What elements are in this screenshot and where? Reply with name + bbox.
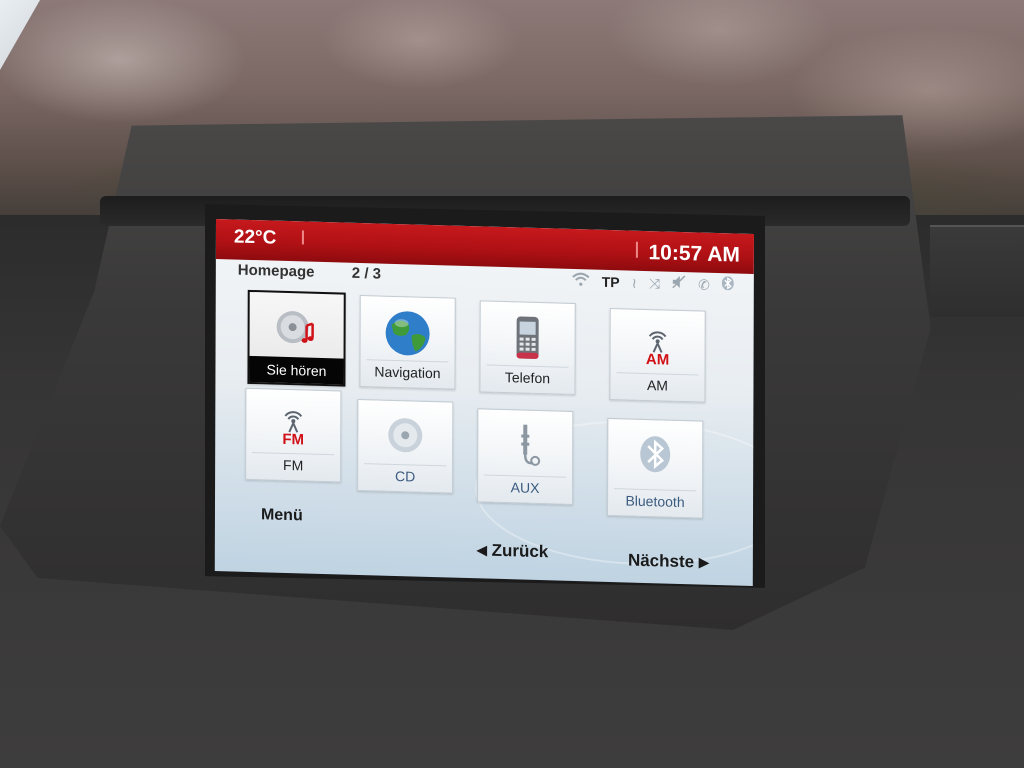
mute-icon: [672, 275, 686, 292]
shuffle-icon: ⤨: [648, 274, 661, 291]
fm-badge: FM: [282, 431, 304, 449]
wifi-icon: [572, 272, 590, 290]
bottom-navigation: Menü ◀ Zurück Nächste ▶: [215, 501, 753, 586]
tile-phone[interactable]: Telefon: [479, 300, 576, 396]
menu-button[interactable]: Menü: [261, 506, 303, 525]
aux-jack-icon: [499, 420, 551, 473]
tile-bluetooth[interactable]: Bluetooth: [606, 417, 704, 519]
tile-now-playing[interactable]: Sie hören: [247, 289, 346, 387]
tile-aux[interactable]: AUX: [477, 408, 574, 505]
bluetooth-status-icon: [721, 276, 734, 293]
status-icon-group: TP ≀ ⤨ ✆: [572, 272, 734, 294]
tile-label: Sie hören: [249, 355, 344, 385]
am-badge: AM: [646, 351, 669, 369]
dashboard-vent: [930, 225, 1024, 317]
triangle-right-icon: ▶: [698, 554, 709, 570]
voice-signal-icon: ≀: [631, 274, 637, 291]
next-label: Nächste: [627, 550, 695, 572]
triangle-left-icon: ◀: [476, 542, 487, 558]
fm-radio-icon: FM: [267, 399, 319, 452]
status-divider: [635, 241, 638, 258]
page-title: Homepage: [237, 261, 315, 281]
tile-label: Navigation: [366, 359, 449, 385]
page-indicator: 2 / 3: [351, 264, 382, 283]
globe-icon: [382, 307, 434, 360]
back-button[interactable]: ◀ Zurück: [477, 540, 548, 562]
tile-label: CD: [364, 463, 447, 489]
infotainment-screen: 22°C 10:57 AM Homepage 2 / 3 TP ≀ ⤨ ✆ Si…: [214, 219, 754, 586]
tile-label: Bluetooth: [614, 488, 697, 514]
tile-label: AUX: [484, 474, 567, 500]
music-disc-icon: [271, 303, 323, 356]
am-radio-icon: AM: [632, 320, 684, 373]
next-button[interactable]: Nächste ▶: [628, 551, 709, 573]
status-divider: [301, 230, 304, 245]
cd-icon: [379, 411, 431, 464]
mobile-phone-icon: [502, 312, 554, 365]
tile-label: FM: [252, 452, 335, 478]
tile-cd[interactable]: CD: [357, 398, 454, 494]
tile-navigation[interactable]: Navigation: [359, 295, 456, 390]
tile-label: AM: [616, 372, 699, 398]
temperature-readout: 22°C: [233, 226, 277, 249]
tile-fm-radio[interactable]: FM FM: [245, 387, 342, 483]
traffic-program-indicator: TP: [601, 273, 620, 290]
bluetooth-icon: [629, 430, 681, 483]
tile-label: Telefon: [486, 364, 569, 390]
clock[interactable]: 10:57 AM: [648, 241, 740, 268]
phone-icon: ✆: [698, 275, 710, 293]
tile-am-radio[interactable]: AM AM: [609, 307, 706, 403]
back-label: Zurück: [491, 540, 549, 562]
